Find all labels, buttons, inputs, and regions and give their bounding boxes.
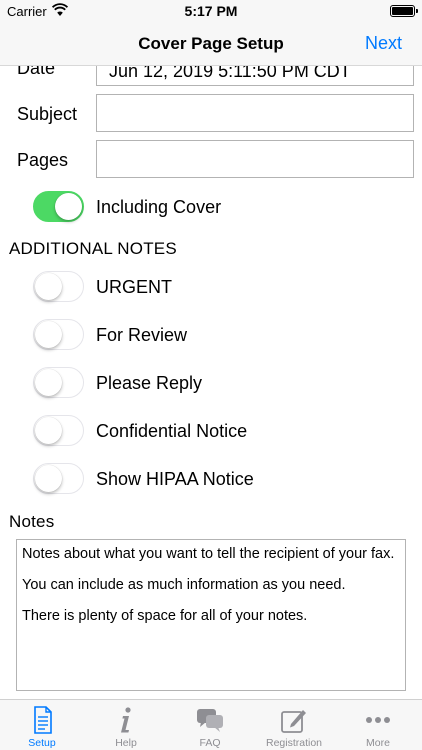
date-label: Date bbox=[17, 66, 56, 78]
show-hipaa-notice-switch[interactable] bbox=[33, 463, 84, 494]
chat-bubbles-icon bbox=[197, 709, 223, 732]
please-reply-switch[interactable] bbox=[33, 367, 84, 398]
next-button[interactable]: Next bbox=[365, 33, 402, 54]
edit-icon bbox=[281, 710, 306, 733]
switch-knob bbox=[34, 272, 62, 300]
confidential-notice-switch[interactable] bbox=[33, 415, 84, 446]
notes-paragraph: There is plenty of space for all of your… bbox=[22, 608, 308, 624]
tab-setup[interactable]: Setup bbox=[0, 700, 84, 750]
status-time: 5:17 PM bbox=[184, 3, 238, 19]
for-review-switch[interactable] bbox=[33, 319, 84, 350]
tab-registration-label: Registration bbox=[265, 737, 323, 749]
battery-icon bbox=[390, 5, 418, 17]
more-icon bbox=[366, 717, 390, 723]
show-hipaa-notice-label: Show HIPAA Notice bbox=[96, 469, 254, 489]
additional-notes-header: ADDITIONAL NOTES bbox=[9, 239, 177, 258]
including-cover-switch[interactable] bbox=[33, 191, 84, 222]
notes-textarea[interactable]: Notes about what you want to tell the re… bbox=[16, 539, 406, 691]
pages-field[interactable] bbox=[96, 140, 414, 178]
including-cover-label: Including Cover bbox=[96, 197, 222, 217]
cover-page-form[interactable]: Date Jun 12, 2019 5:11:50 PM CDT Subject… bbox=[0, 66, 422, 699]
page-title: Cover Page Setup bbox=[138, 34, 284, 53]
tab-setup-label: Setup bbox=[28, 737, 56, 749]
switch-knob bbox=[34, 464, 62, 492]
switch-knob bbox=[34, 416, 62, 444]
tab-more-label: More bbox=[366, 737, 390, 749]
switch-knob bbox=[34, 320, 62, 348]
tab-bar: Setup Help FAQ Registration More bbox=[0, 699, 422, 750]
notes-paragraph: You can include as much information as y… bbox=[22, 577, 346, 593]
pages-label: Pages bbox=[17, 150, 69, 170]
document-icon bbox=[34, 706, 52, 734]
tab-more[interactable]: More bbox=[336, 700, 420, 750]
notes-paragraph: Notes about what you want to tell the re… bbox=[22, 546, 395, 562]
confidential-notice-label: Confidential Notice bbox=[96, 421, 248, 441]
navigation-bar: Cover Page Setup Next bbox=[0, 22, 422, 66]
urgent-switch[interactable] bbox=[33, 271, 84, 302]
tab-help-label: Help bbox=[115, 737, 137, 749]
tab-help[interactable]: Help bbox=[84, 700, 168, 750]
status-bar: Carrier 5:17 PM bbox=[0, 0, 422, 22]
tab-registration[interactable]: Registration bbox=[252, 700, 336, 750]
switch-knob bbox=[55, 192, 82, 220]
subject-field[interactable] bbox=[96, 94, 414, 132]
tab-faq[interactable]: FAQ bbox=[168, 700, 252, 750]
info-icon bbox=[121, 707, 131, 733]
please-reply-label: Please Reply bbox=[96, 373, 203, 393]
notes-header: Notes bbox=[9, 512, 55, 531]
switch-knob bbox=[34, 368, 62, 396]
subject-label: Subject bbox=[17, 104, 78, 124]
urgent-label: URGENT bbox=[96, 277, 172, 297]
date-field[interactable]: Jun 12, 2019 5:11:50 PM CDT bbox=[96, 66, 414, 86]
tab-faq-label: FAQ bbox=[199, 737, 221, 749]
for-review-label: For Review bbox=[96, 325, 188, 345]
